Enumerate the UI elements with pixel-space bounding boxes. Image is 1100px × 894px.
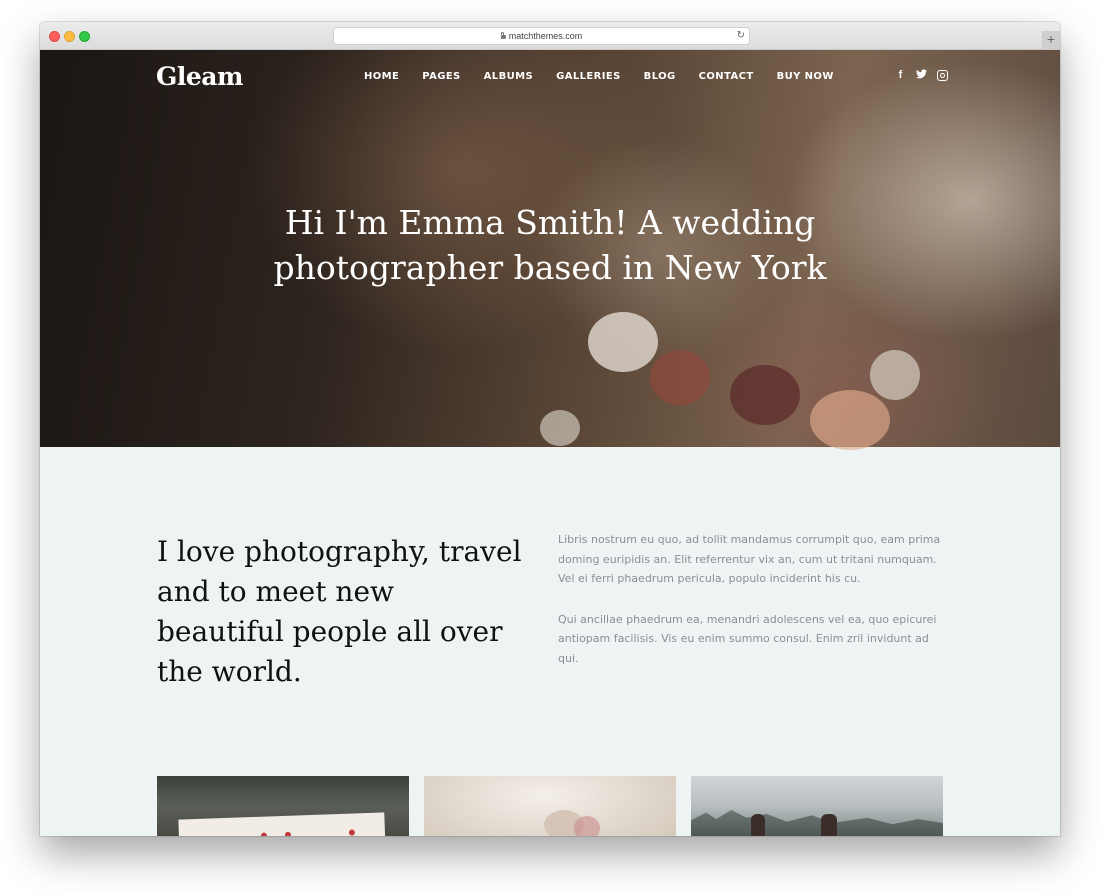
gallery-thumbnail[interactable]: [157, 776, 409, 836]
thumbnail-image-detail: [691, 810, 943, 836]
browser-window: matchthemes.com ↻ + Gleam HOME PAGES ALB…: [40, 22, 1060, 836]
nav-item-pages[interactable]: PAGES: [422, 71, 460, 82]
nav-item-buy-now[interactable]: BUY NOW: [777, 71, 834, 82]
nav-item-albums[interactable]: ALBUMS: [484, 71, 533, 82]
thumbnail-image-detail: [574, 816, 600, 836]
nav-item-galleries[interactable]: GALLERIES: [556, 71, 621, 82]
browser-toolbar: matchthemes.com ↻ +: [40, 22, 1060, 50]
hero-flower-decoration: [870, 350, 920, 400]
social-links: f: [895, 69, 948, 81]
instagram-icon[interactable]: [937, 70, 948, 81]
thumbnail-image-detail: [751, 814, 765, 836]
hero-title-line: Hi I'm Emma Smith! A wedding: [284, 203, 816, 242]
hero-section: Gleam HOME PAGES ALBUMS GALLERIES BLOG C…: [40, 50, 1060, 450]
lock-icon: [500, 32, 506, 39]
address-bar[interactable]: matchthemes.com ↻: [333, 27, 750, 45]
url-text: matchthemes.com: [508, 31, 583, 41]
gallery-thumbnail[interactable]: [424, 776, 676, 836]
hero-flower-decoration: [588, 312, 658, 372]
nav-item-contact[interactable]: CONTACT: [699, 71, 754, 82]
hero-flower-decoration: [730, 365, 800, 425]
twitter-icon[interactable]: [916, 69, 927, 81]
gallery-thumbnail[interactable]: [691, 776, 943, 836]
intro-text: Libris nostrum eu quo, ad tollit mandamu…: [558, 530, 948, 689]
nav-item-blog[interactable]: BLOG: [644, 71, 676, 82]
maximize-window-button[interactable]: [79, 31, 90, 42]
intro-heading: I love photography, travel and to meet n…: [157, 535, 522, 688]
thumbnail-image-detail: [821, 814, 837, 836]
main-navigation: Gleam HOME PAGES ALBUMS GALLERIES BLOG C…: [40, 50, 1060, 106]
intro-paragraph: Libris nostrum eu quo, ad tollit mandamu…: [558, 533, 941, 585]
hero-flower-decoration: [650, 350, 710, 405]
reload-icon[interactable]: ↻: [737, 28, 745, 44]
hero-flower-decoration: [540, 410, 580, 446]
nav-menu: HOME PAGES ALBUMS GALLERIES BLOG CONTACT…: [364, 71, 857, 82]
new-tab-button[interactable]: +: [1042, 31, 1060, 49]
facebook-icon[interactable]: f: [895, 69, 906, 81]
hero-title-line: photographer based in New York: [273, 248, 827, 287]
intro-paragraph: Qui ancillae phaedrum ea, menandri adole…: [558, 612, 937, 665]
site-logo[interactable]: Gleam: [156, 62, 243, 91]
minimize-window-button[interactable]: [64, 31, 75, 42]
thumbnail-image-detail: [178, 812, 386, 836]
nav-item-home[interactable]: HOME: [364, 71, 399, 82]
close-window-button[interactable]: [49, 31, 60, 42]
hero-flower-decoration: [810, 390, 890, 450]
hero-title: Hi I'm Emma Smith! A wedding photographe…: [250, 200, 850, 290]
